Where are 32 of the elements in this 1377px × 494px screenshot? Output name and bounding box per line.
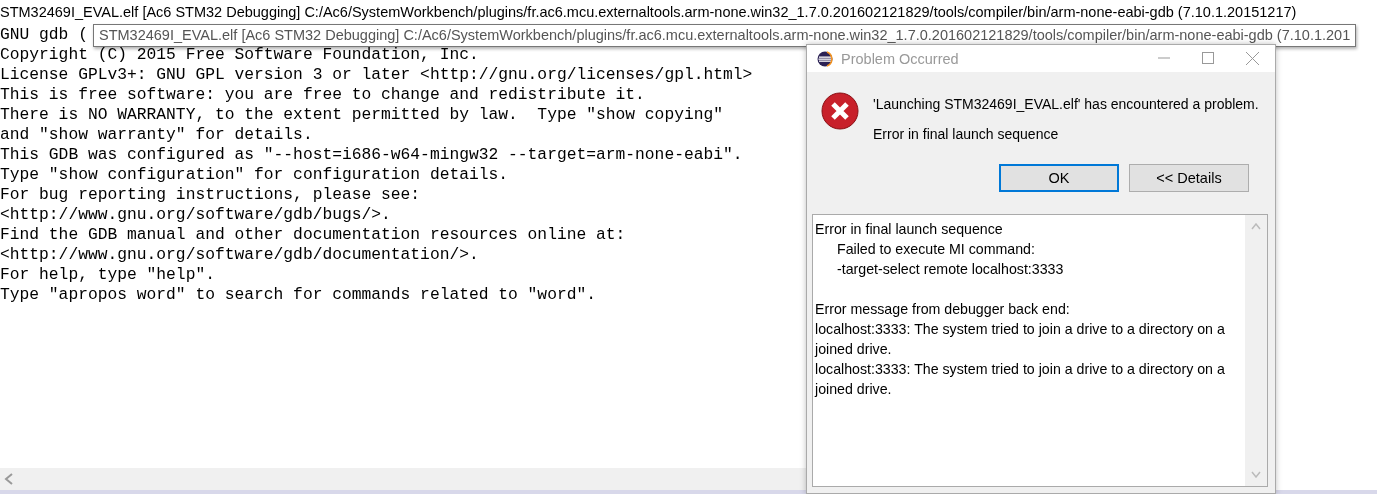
console-line: This GDB was configured as "--host=i686-w64-mingw32 --target=arm-none-eabi". bbox=[0, 145, 743, 165]
error-icon bbox=[821, 92, 859, 130]
console-line: Copyright (C) 2015 Free Software Foundation, Inc. bbox=[0, 45, 479, 65]
console-line: There is NO WARRANTY, to the extent permitted by law. Type "show copying" bbox=[0, 105, 723, 125]
console-line: License GPLv3+: GNU GPL version 3 or later <http://gnu.org/licenses/gpl.html> bbox=[0, 65, 753, 85]
console-line: Type "show configuration" for configuration details. bbox=[0, 165, 509, 185]
console-line: <http://www.gnu.org/software/gdb/bugs/>. bbox=[0, 205, 391, 225]
chevron-up-icon[interactable] bbox=[1251, 223, 1261, 230]
chevron-down-icon[interactable] bbox=[1251, 471, 1261, 478]
details-button[interactable]: << Details bbox=[1129, 164, 1249, 192]
console-line: For bug reporting instructions, please see: bbox=[0, 185, 421, 205]
maximize-icon[interactable] bbox=[1202, 52, 1214, 64]
console-title: STM32469I_EVAL.elf [Ac6 STM32 Debugging] C:/Ac6/SystemWorkbench/plugins/fr.ac6.mcu.externaltools.arm-none.win32_1.7.0.201602121829/tools/compiler/bin/arm-none-eabi-gdb (7.10.1.20151217) bbox=[0, 3, 1298, 22]
details-text: Error in final launch sequence Failed to execute MI command: -target-select remote localhost:3333 Error message from debugger back end: localhost:3333: The system tried to join a drive to a directory on a joined drive. localhost:3333: The system tried to join a drive to a directory on a joined drive. bbox=[815, 220, 1226, 399]
console-line: <http://www.gnu.org/software/gdb/documentation/>. bbox=[0, 245, 479, 265]
console-line: and "show warranty" for details. bbox=[0, 125, 313, 145]
ok-button[interactable]: OK bbox=[999, 164, 1119, 192]
console-line: For help, type "help". bbox=[0, 265, 215, 285]
horizontal-scrollbar[interactable] bbox=[0, 468, 806, 490]
console-line: This is free software: you are free to change and redistribute it. bbox=[0, 85, 645, 105]
console-line: Find the GDB manual and other documentation resources online at: bbox=[0, 225, 626, 245]
details-text-area[interactable] bbox=[812, 214, 1268, 487]
error-message: 'Launching STM32469I_EVAL.elf' has encountered a problem. bbox=[873, 96, 1259, 112]
console-line: GNU gdb ( bbox=[0, 25, 88, 45]
dialog-title: Problem Occurred bbox=[841, 50, 960, 67]
chevron-left-icon[interactable] bbox=[4, 473, 14, 485]
console-line: Type "apropos word" to search for commands related to "word". bbox=[0, 285, 596, 305]
vertical-scrollbar[interactable] bbox=[1245, 215, 1267, 486]
error-reason: Error in final launch sequence bbox=[873, 126, 1060, 142]
tooltip: STM32469I_EVAL.elf [Ac6 STM32 Debugging] C:/Ac6/SystemWorkbench/plugins/fr.ac6.mcu.externaltools.arm-none.win32_1.7.0.201602121829/tools/compiler/bin/arm-none-eabi-gdb (7.10.1.201 bbox=[93, 24, 1357, 47]
app-logo-icon bbox=[817, 50, 833, 67]
close-icon[interactable] bbox=[1246, 52, 1259, 65]
